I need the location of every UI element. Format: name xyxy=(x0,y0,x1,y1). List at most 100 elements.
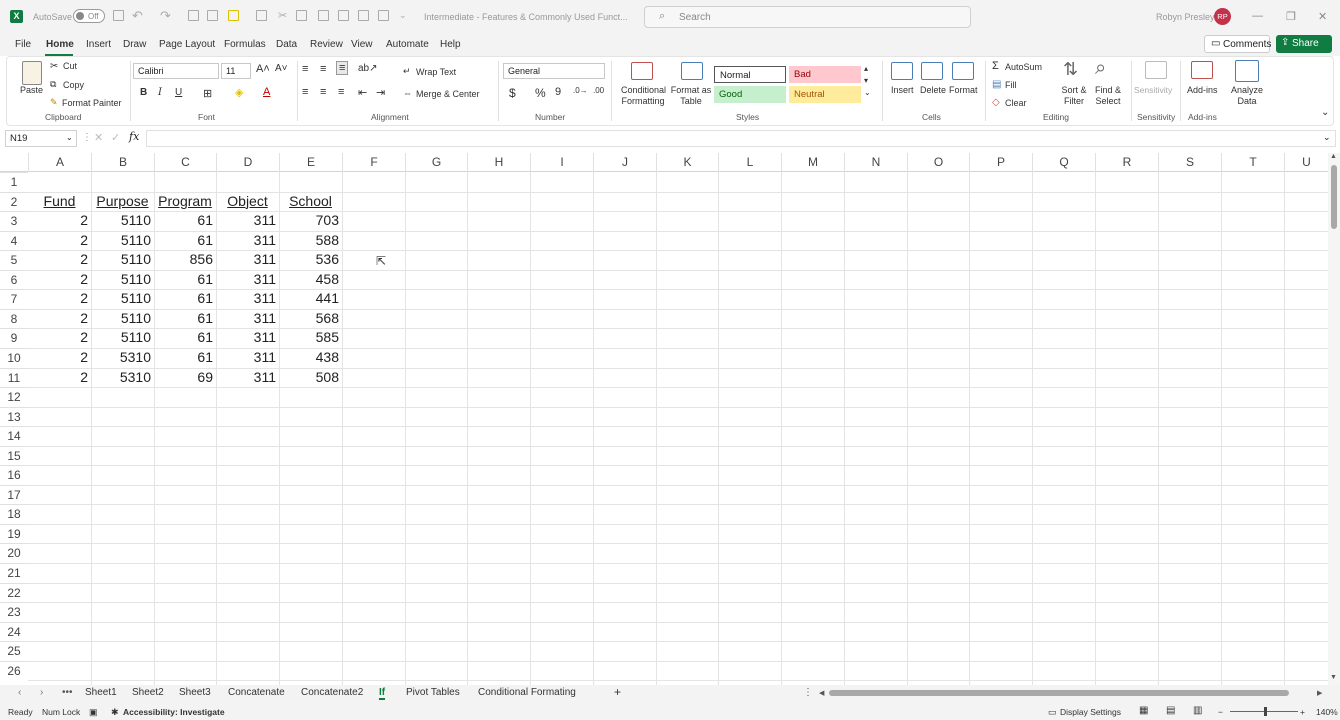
font-family-select[interactable]: Calibri xyxy=(133,63,219,79)
style-normal[interactable]: Normal xyxy=(714,66,786,83)
menu-insert[interactable]: Insert xyxy=(86,39,111,50)
cell-program[interactable]: 61 xyxy=(154,211,213,230)
tab-splitter-icon[interactable]: ⋮ xyxy=(803,687,813,698)
form-icon[interactable] xyxy=(256,10,267,21)
menu-file[interactable]: File xyxy=(15,39,31,50)
menu-help[interactable]: Help xyxy=(440,39,461,50)
clear-button[interactable]: Clear xyxy=(1005,98,1027,108)
customize-toolbar-icon[interactable]: ⌄ xyxy=(399,10,407,21)
style-bad[interactable]: Bad xyxy=(789,66,861,83)
cell-fund[interactable]: 2 xyxy=(28,211,88,230)
row-header-25[interactable]: 25 xyxy=(0,641,28,661)
page-break-view-icon[interactable]: ▥ xyxy=(1193,705,1202,716)
document-title[interactable]: Intermediate - Features & Commonly Used … xyxy=(424,12,628,22)
percent-icon[interactable]: % xyxy=(535,86,546,100)
cell-school[interactable]: 536 xyxy=(279,250,339,269)
row-header-11[interactable]: 11 xyxy=(0,367,28,388)
row-header-17[interactable]: 17 xyxy=(0,484,28,505)
cell-program[interactable]: 61 xyxy=(154,348,213,367)
row-header-21[interactable]: 21 xyxy=(0,563,28,583)
cell-school[interactable]: 508 xyxy=(279,368,339,387)
menu-draw[interactable]: Draw xyxy=(123,39,146,50)
cell-program[interactable]: 61 xyxy=(154,309,213,328)
cell-fund[interactable]: 2 xyxy=(28,270,88,289)
paste-icon[interactable] xyxy=(318,10,329,21)
cell-purpose[interactable]: 5110 xyxy=(91,309,151,328)
menu-page-layout[interactable]: Page Layout xyxy=(159,39,215,50)
cell-object[interactable]: 311 xyxy=(216,309,276,328)
addins-button[interactable]: Add-ins xyxy=(1187,85,1218,95)
cell-program[interactable]: 61 xyxy=(154,231,213,250)
accessibility-status[interactable]: Accessibility: Investigate xyxy=(123,707,225,717)
cell-fund[interactable]: 2 xyxy=(28,309,88,328)
row-header-6[interactable]: 6 xyxy=(0,269,28,290)
align-right-icon[interactable]: ≡ xyxy=(338,86,344,98)
sensitivity-button[interactable]: Sensitivity xyxy=(1134,85,1172,95)
header-cell-school[interactable]: School xyxy=(279,192,342,211)
column-header-c[interactable]: C xyxy=(154,153,216,172)
align-bottom-icon[interactable]: ≡ xyxy=(336,61,349,75)
column-header-q[interactable]: Q xyxy=(1032,153,1095,172)
copy-file-icon[interactable] xyxy=(207,10,218,21)
row-header-12[interactable]: 12 xyxy=(0,387,28,407)
column-header-h[interactable]: H xyxy=(467,153,530,172)
fill-color-icon[interactable] xyxy=(228,10,239,21)
clipboard-icon[interactable] xyxy=(296,10,307,21)
cell-school[interactable]: 585 xyxy=(279,328,339,347)
align-left-icon[interactable]: ≡ xyxy=(302,86,308,98)
row-header-20[interactable]: 20 xyxy=(0,543,28,563)
tab-if[interactable]: If xyxy=(379,687,386,700)
decrease-indent-icon[interactable]: ⇤ xyxy=(358,86,367,99)
row-header-23[interactable]: 23 xyxy=(0,602,28,622)
more-sheets-icon[interactable]: ••• xyxy=(62,687,73,698)
macro-record-icon[interactable]: ▣ xyxy=(89,707,98,718)
row-header-10[interactable]: 10 xyxy=(0,347,28,368)
cell-purpose[interactable]: 5310 xyxy=(91,348,151,367)
cell-object[interactable]: 311 xyxy=(216,289,276,308)
fill-color-icon[interactable]: ◈ xyxy=(235,86,243,99)
conditional-formatting-button[interactable]: Conditional Formatting xyxy=(621,85,666,107)
redo-icon[interactable]: ↷ xyxy=(160,8,171,24)
zoom-level[interactable]: 140% xyxy=(1316,707,1338,717)
menu-formulas[interactable]: Formulas xyxy=(224,39,266,50)
copy-icon[interactable]: ⧉ xyxy=(50,79,56,90)
row-header-22[interactable]: 22 xyxy=(0,582,28,603)
enter-icon[interactable]: ✓ xyxy=(111,131,120,144)
analyze-data-button[interactable]: Analyze Data xyxy=(1231,85,1263,107)
avatar[interactable]: RP xyxy=(1214,8,1231,25)
close-icon[interactable]: ✕ xyxy=(1318,10,1327,23)
delete-button[interactable]: Delete xyxy=(920,85,946,95)
vertical-scroll-thumb[interactable] xyxy=(1331,165,1337,229)
scissors-icon[interactable]: ✂ xyxy=(278,9,287,22)
row-header-26[interactable]: 26 xyxy=(0,660,28,681)
format-as-table-button[interactable]: Format as Table xyxy=(669,85,713,107)
cell-purpose[interactable]: 5110 xyxy=(91,231,151,250)
cell-purpose[interactable]: 5110 xyxy=(91,270,151,289)
add-sheet-icon[interactable]: + xyxy=(614,685,621,699)
cell-program[interactable]: 856 xyxy=(154,250,213,269)
wrap-text-button[interactable]: Wrap Text xyxy=(416,67,456,77)
font-color-icon[interactable]: A xyxy=(263,86,270,98)
formula-input[interactable] xyxy=(146,130,1336,147)
cell-fund[interactable]: 2 xyxy=(28,289,88,308)
row-header-14[interactable]: 14 xyxy=(0,426,28,446)
currency-icon[interactable]: $ xyxy=(509,86,516,100)
collapse-ribbon-icon[interactable]: ⌄ xyxy=(1321,107,1329,118)
cell-object[interactable]: 311 xyxy=(216,328,276,347)
decrease-decimal-icon[interactable]: .00 xyxy=(593,86,604,95)
merge-center-button[interactable]: Merge & Center xyxy=(416,89,480,99)
paste-icon[interactable] xyxy=(22,61,42,85)
cell-fund[interactable]: 2 xyxy=(28,348,88,367)
restore-icon[interactable]: ❐ xyxy=(1286,10,1296,23)
zoom-slider-thumb[interactable] xyxy=(1264,707,1267,716)
cell-program[interactable]: 69 xyxy=(154,368,213,387)
underline-button[interactable]: U xyxy=(175,87,182,98)
page-layout-view-icon[interactable]: ▤ xyxy=(1166,705,1175,716)
cell-fund[interactable]: 2 xyxy=(28,368,88,387)
cell-school[interactable]: 438 xyxy=(279,348,339,367)
minimize-icon[interactable]: — xyxy=(1252,10,1263,22)
styles-scroll-icon[interactable]: ▴ ▾ ⌄ xyxy=(864,63,871,99)
row-header-2[interactable]: 2 xyxy=(0,191,28,212)
cell-purpose[interactable]: 5110 xyxy=(91,211,151,230)
column-header-n[interactable]: N xyxy=(844,153,907,172)
